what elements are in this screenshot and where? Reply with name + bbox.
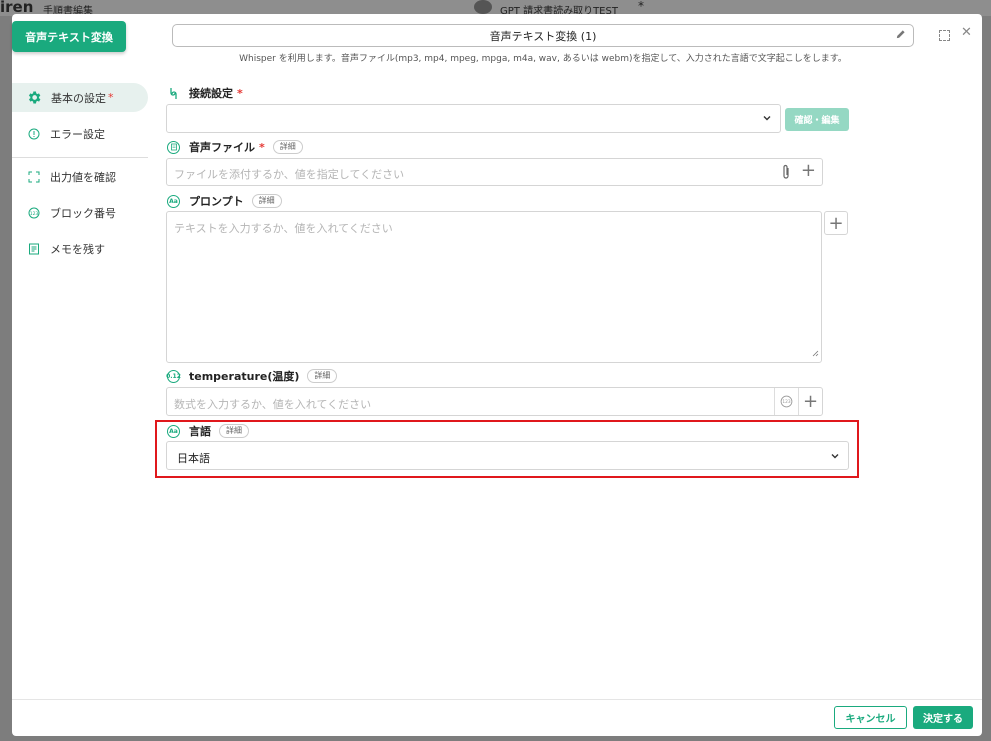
prompt-placeholder: テキストを入力するか、値を入れてください bbox=[174, 222, 393, 235]
sidebar-item-label: メモを残す bbox=[50, 242, 105, 256]
number-format-icon[interactable]: 123 bbox=[774, 388, 798, 415]
detail-badge[interactable]: 詳細 bbox=[307, 369, 338, 383]
file-icon bbox=[167, 140, 180, 154]
resize-handle-icon[interactable] bbox=[812, 347, 819, 360]
language-value: 日本語 bbox=[177, 452, 210, 465]
required-mark: * bbox=[237, 86, 243, 100]
sidebar-item-label: 出力値を確認 bbox=[50, 170, 116, 184]
detail-badge[interactable]: 詳細 bbox=[272, 140, 303, 154]
connection-label: 接続設定 * bbox=[167, 85, 243, 101]
required-mark: * bbox=[259, 140, 265, 154]
plus-icon[interactable]: + bbox=[798, 388, 822, 415]
text-icon: Aa bbox=[167, 194, 180, 208]
block-settings-modal: 音声テキスト変換 音声テキスト変換 (1) Whisper を利用します。音声フ… bbox=[12, 14, 982, 736]
prompt-textarea[interactable]: テキストを入力するか、値を入れてください bbox=[166, 211, 822, 363]
block-description: Whisper を利用します。音声ファイル(mp3, mp4, mpeg, mp… bbox=[239, 54, 847, 64]
sidebar-item-label: 基本の設定 bbox=[51, 91, 106, 105]
language-select[interactable]: 日本語 bbox=[166, 441, 849, 470]
gear-icon bbox=[26, 90, 42, 106]
sidebar-item-basic-settings[interactable]: 基本の設定 * bbox=[12, 83, 148, 112]
decimal-icon: 0.12 bbox=[166, 369, 181, 383]
chevron-down-icon bbox=[762, 113, 772, 126]
select-area-icon[interactable] bbox=[939, 30, 950, 41]
footer-divider bbox=[12, 699, 982, 700]
paperclip-icon[interactable] bbox=[780, 164, 792, 184]
confirm-edit-button[interactable]: 確認・編集 bbox=[785, 108, 849, 131]
audio-file-placeholder: ファイルを添付するか、値を指定してください bbox=[174, 168, 405, 181]
output-icon bbox=[28, 171, 40, 183]
audio-file-input[interactable]: ファイルを添付するか、値を指定してください + bbox=[166, 158, 823, 186]
required-mark: * bbox=[108, 91, 114, 104]
connection-icon bbox=[167, 87, 180, 100]
block-type-title: 音声テキスト変換 bbox=[12, 21, 126, 52]
sidebar-item-block-number[interactable]: 123 ブロック番号 bbox=[12, 198, 148, 227]
sidebar-item-label: エラー設定 bbox=[50, 127, 105, 141]
number-icon: 123 bbox=[28, 207, 40, 219]
language-label: Aa 言語 詳細 bbox=[167, 423, 249, 439]
chevron-down-icon bbox=[830, 451, 840, 464]
detail-badge[interactable]: 詳細 bbox=[251, 194, 282, 208]
prompt-add-button[interactable]: + bbox=[824, 211, 848, 235]
sidebar-item-memo[interactable]: メモを残す bbox=[12, 234, 148, 263]
pencil-icon[interactable] bbox=[895, 29, 907, 41]
connection-select[interactable] bbox=[166, 104, 781, 133]
text-icon: Aa bbox=[167, 424, 180, 438]
svg-text:123: 123 bbox=[30, 210, 39, 216]
svg-text:123: 123 bbox=[782, 399, 791, 405]
memo-icon bbox=[28, 243, 40, 255]
detail-badge[interactable]: 詳細 bbox=[219, 424, 249, 438]
temperature-placeholder: 数式を入力するか、値を入れてください bbox=[174, 398, 372, 411]
temperature-label: 0.12 temperature(温度) 詳細 bbox=[166, 368, 338, 384]
unsaved-star: * bbox=[638, 0, 644, 13]
prompt-label: Aa プロンプト 詳細 bbox=[167, 193, 282, 209]
ok-button[interactable]: 決定する bbox=[913, 706, 973, 729]
temperature-input[interactable]: 数式を入力するか、値を入れてください 123 + bbox=[166, 387, 823, 416]
close-icon[interactable]: ✕ bbox=[961, 26, 972, 40]
block-name-value: 音声テキスト変換 (1) bbox=[489, 29, 597, 43]
plus-icon[interactable]: + bbox=[801, 160, 816, 181]
sidebar-item-label: ブロック番号 bbox=[50, 206, 116, 220]
audio-file-label: 音声ファイル * 詳細 bbox=[167, 139, 303, 155]
sidebar-divider bbox=[12, 157, 148, 158]
alert-icon bbox=[28, 128, 40, 140]
sidebar-item-error-settings[interactable]: エラー設定 bbox=[12, 119, 148, 148]
cancel-button[interactable]: キャンセル bbox=[834, 706, 907, 729]
block-name-field[interactable]: 音声テキスト変換 (1) bbox=[172, 24, 914, 47]
avatar bbox=[474, 0, 492, 14]
sidebar-item-output[interactable]: 出力値を確認 bbox=[12, 162, 148, 191]
